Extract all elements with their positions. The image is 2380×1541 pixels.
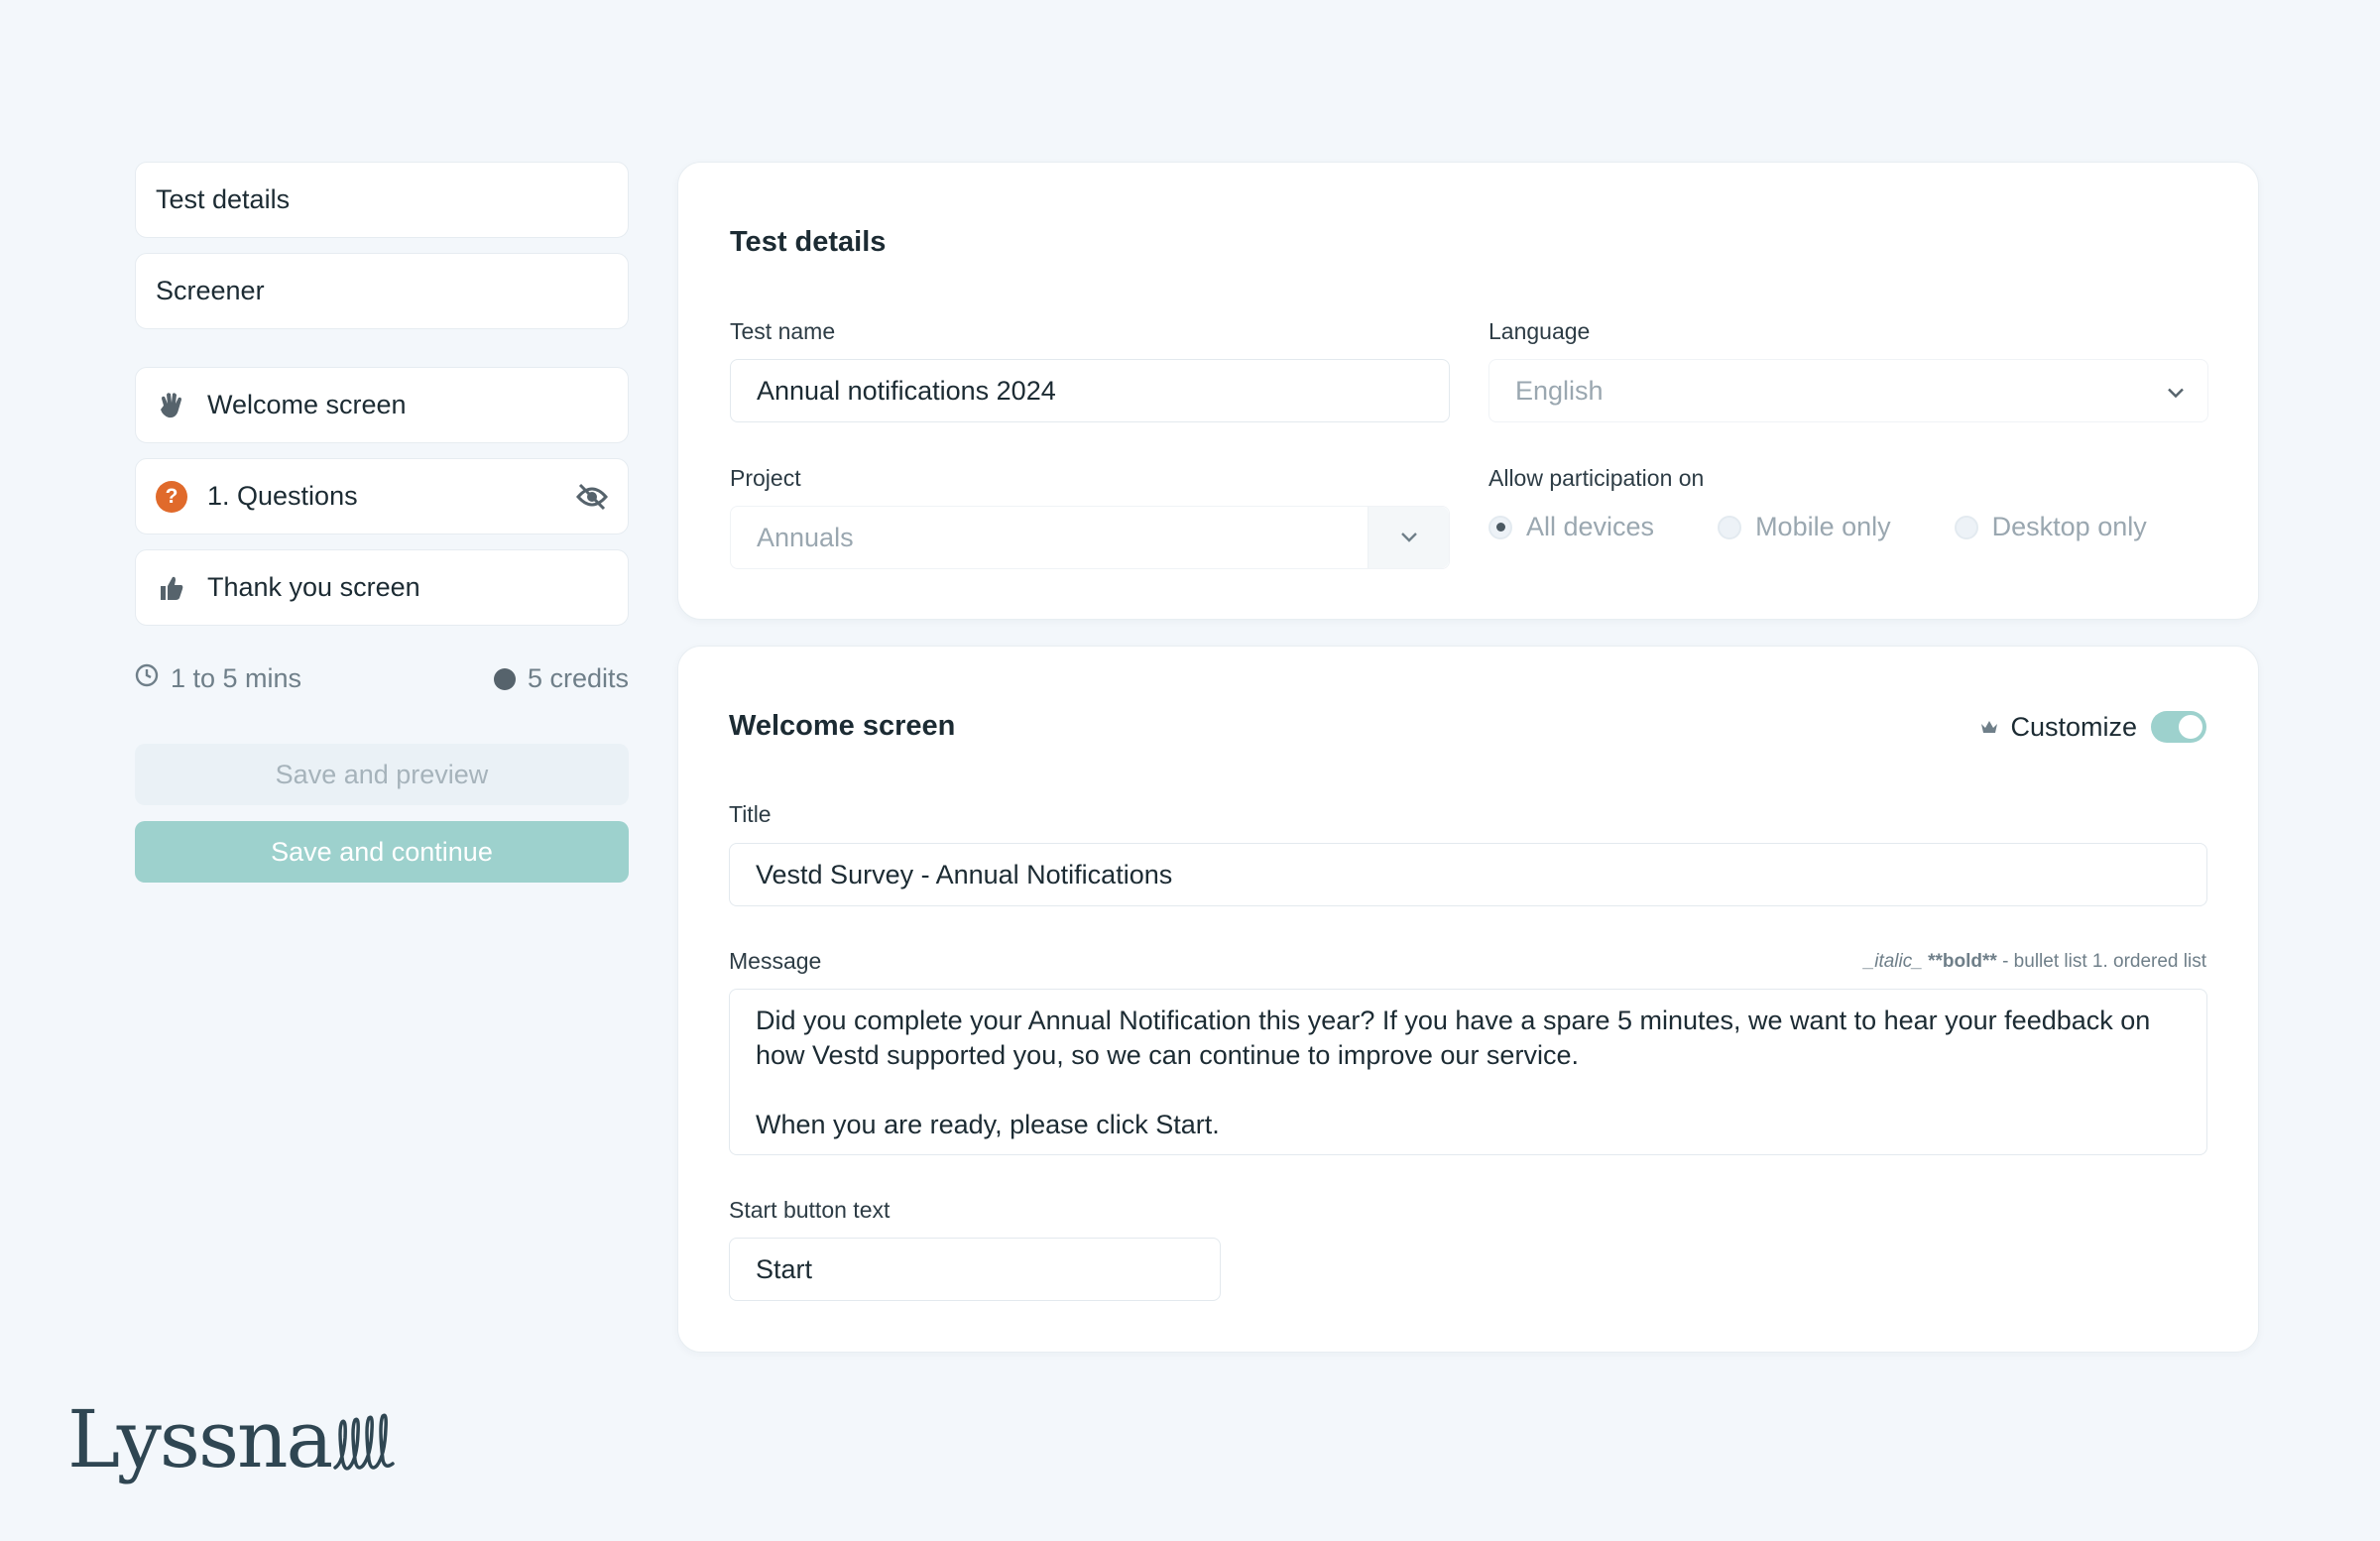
question-badge-icon: ? [156,480,187,513]
title-input[interactable]: Vestd Survey - Annual Notifications [729,843,2207,906]
test-details-card: Test details Test name Annual notificati… [677,162,2259,620]
language-select[interactable]: English [1488,359,2208,422]
radio-circle [1718,515,1742,539]
radio-label: Mobile only [1755,512,1891,541]
sidebar-item-questions[interactable]: ? 1. Questions [135,458,629,534]
customize-control: Customize [1980,711,2206,743]
md-bold: **bold** [1928,951,1997,972]
radio-desktop-only[interactable]: Desktop only [1954,512,2147,542]
wave-hand-icon [156,390,187,421]
save-and-continue-button[interactable]: Save and continue [135,821,629,883]
title-label: Title [729,801,772,827]
sidebar: Test details Screener Welcome screen ? 1… [135,162,629,883]
test-name-value: Annual notifications 2024 [757,375,1056,406]
project-value: Annuals [757,522,854,552]
radio-all-devices[interactable]: All devices [1488,512,1654,542]
radio-circle [1954,515,1978,539]
language-label: Language [1488,318,1591,344]
radio-mobile-only[interactable]: Mobile only [1718,512,1891,542]
sidebar-item-thank-you-screen[interactable]: Thank you screen [135,549,629,626]
eye-off-icon[interactable] [576,483,608,511]
test-name-input[interactable]: Annual notifications 2024 [730,359,1450,422]
radio-circle [1488,515,1512,539]
test-name-label: Test name [730,318,836,344]
participation-radio-group: All devices Mobile only Desktop only [1488,512,2210,542]
sidebar-item-test-details[interactable]: Test details [135,162,629,238]
lyssna-logo: Lyssna [67,1393,395,1485]
logo-wordmark: Lyssna [67,1393,333,1485]
start-button-text-label: Start button text [729,1197,891,1223]
credits: 5 credits [493,663,629,694]
language-value: English [1515,375,1604,406]
section-title: Welcome screen [729,710,956,742]
thumbs-up-icon [156,572,187,604]
section-title: Test details [730,226,887,258]
sidebar-item-label: Screener [156,276,265,305]
project-select[interactable]: Annuals [730,506,1450,569]
project-label: Project [730,465,801,491]
chevron-down-icon [1368,507,1449,568]
start-button-text-value: Start [756,1253,813,1284]
participation-label: Allow participation on [1488,465,1705,491]
clock-icon [135,663,159,694]
message-label: Message [729,948,822,974]
start-button-text-input[interactable]: Start [729,1238,1221,1301]
logo-swirl-icon [333,1413,395,1471]
credits-text: 5 credits [527,663,629,693]
customize-toggle[interactable] [2151,711,2206,743]
md-rest: - bullet list 1. ordered list [2002,951,2206,972]
md-italic: _italic_ [1863,951,1923,972]
radio-label: All devices [1526,512,1655,541]
save-and-preview-button[interactable]: Save and preview [135,744,629,805]
markdown-hint: _italic_ **bold** - bullet list 1. order… [1864,951,2206,973]
crown-icon [1980,720,1998,734]
sidebar-item-label: Thank you screen [207,572,420,602]
duration-text: 1 to 5 mins [171,663,302,693]
sidebar-item-welcome-screen[interactable]: Welcome screen [135,367,629,443]
title-value: Vestd Survey - Annual Notifications [756,859,1173,889]
duration: 1 to 5 mins [135,663,301,694]
message-textarea[interactable]: Did you complete your Annual Notificatio… [729,989,2207,1155]
radio-label: Desktop only [1991,512,2147,541]
credit-coin-icon [493,667,516,690]
test-meta: 1 to 5 mins 5 credits [135,663,629,694]
sidebar-item-label: Welcome screen [207,390,407,419]
sidebar-item-label: 1. Questions [207,481,358,511]
sidebar-item-label: Test details [156,184,291,214]
sidebar-item-screener[interactable]: Screener [135,253,629,329]
customize-label: Customize [2010,711,2137,742]
welcome-screen-card: Welcome screen Customize Title Vestd Sur… [677,646,2259,1353]
chevron-down-icon [2166,376,2186,407]
